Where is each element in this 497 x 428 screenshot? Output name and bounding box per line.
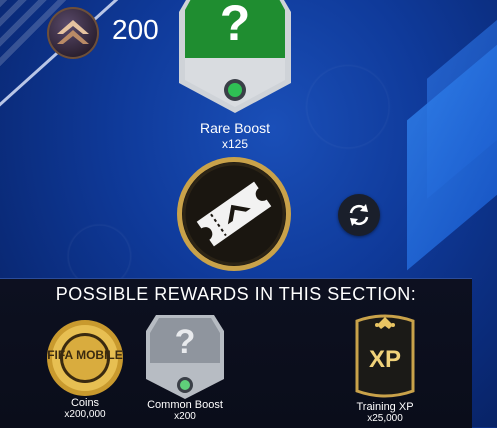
common-boost-card: ? bbox=[146, 315, 224, 399]
reward-quantity: x25,000 bbox=[367, 413, 403, 424]
reward-label: Common Boost bbox=[147, 399, 223, 411]
reward-training-xp[interactable]: XP Training XP x25,000 bbox=[340, 311, 430, 424]
rare-boost-card[interactable]: ? bbox=[179, 0, 291, 113]
panel-title: POSSIBLE REWARDS IN THIS SECTION: bbox=[55, 284, 417, 304]
reward-label: Training XP bbox=[356, 401, 414, 413]
reward-quantity: x200,000 bbox=[64, 409, 106, 420]
reward-quantity: x200 bbox=[174, 411, 196, 422]
question-mark-icon: ? bbox=[175, 323, 196, 361]
fifa-mobile-coin-icon: FIFA MOBILE bbox=[47, 320, 123, 396]
reward-label: Coins bbox=[70, 397, 100, 409]
refresh-icon bbox=[349, 204, 369, 226]
featured-reward-quantity: x125 bbox=[221, 137, 249, 151]
coin-amount: 200 bbox=[112, 14, 159, 45]
ticket-button[interactable] bbox=[175, 155, 293, 273]
featured-reward-name: Rare Boost bbox=[199, 120, 271, 136]
reward-common-boost[interactable]: ? Common Boost x200 bbox=[140, 315, 230, 422]
reward-coins[interactable]: FIFA MOBILE Coins x200,000 bbox=[42, 319, 128, 420]
tier-chevron-icon bbox=[47, 7, 99, 59]
svg-text:FIFA MOBILE: FIFA MOBILE bbox=[47, 348, 123, 362]
refresh-button[interactable] bbox=[338, 194, 380, 236]
possible-rewards-panel: POSSIBLE REWARDS IN THIS SECTION: FIFA M… bbox=[0, 278, 472, 428]
xp-card-icon: XP bbox=[355, 314, 415, 398]
svg-text:XP: XP bbox=[369, 346, 401, 373]
svg-text:?: ? bbox=[220, 0, 251, 51]
